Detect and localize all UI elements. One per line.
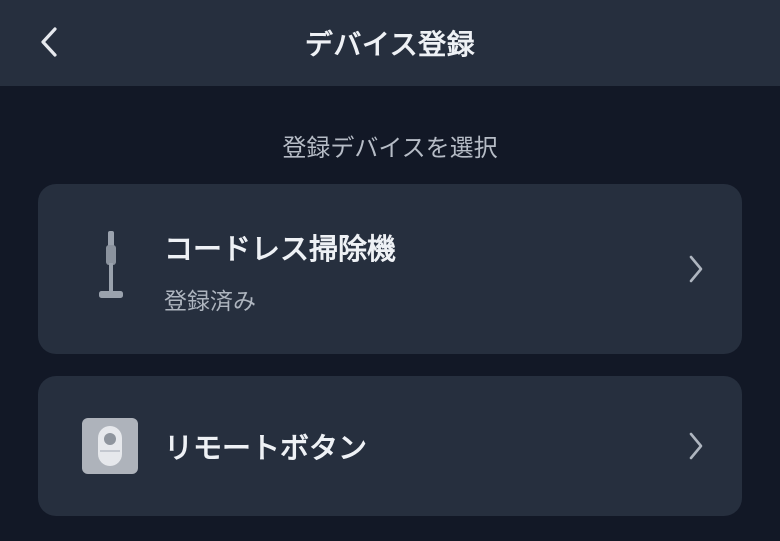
page-title: デバイス登録 — [304, 28, 476, 61]
chevron-right-icon — [684, 252, 708, 286]
device-status: 登録済み — [164, 289, 256, 315]
remote-button-icon — [82, 418, 138, 474]
stick-vacuum-icon — [90, 231, 130, 307]
device-card-cordless-vacuum[interactable]: コードレス掃除機 登録済み — [38, 184, 742, 354]
section-label: 登録デバイスを選択 — [282, 134, 498, 162]
device-name: リモートボタン — [164, 431, 368, 465]
device-card-remote-button[interactable]: リモートボタン — [38, 376, 742, 516]
back-button[interactable] — [30, 23, 68, 61]
chevron-left-icon — [41, 27, 57, 57]
top-bar: デバイス登録 — [0, 0, 780, 86]
device-name: コードレス掃除機 — [164, 232, 397, 266]
chevron-right-icon — [684, 429, 708, 463]
